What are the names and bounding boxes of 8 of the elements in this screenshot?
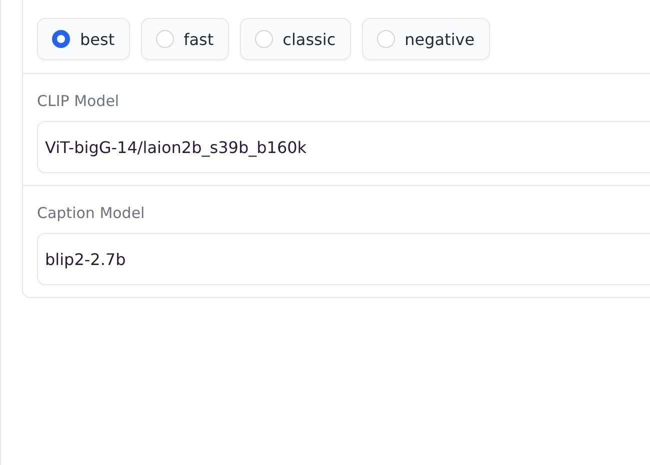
radio-option[interactable]: classic (240, 18, 351, 60)
field-label: CLIP Model (37, 92, 120, 110)
dropdown-field[interactable]: blip2-2.7b (37, 233, 650, 285)
radio-option[interactable]: negative (362, 18, 490, 60)
field-label: Caption Model (37, 204, 146, 222)
radio-option[interactable]: fast (140, 18, 229, 60)
radio-option[interactable]: best (37, 18, 130, 60)
dropdown-field[interactable]: ViT-bigG-14/laion2b_s39b_b160k (37, 121, 650, 173)
